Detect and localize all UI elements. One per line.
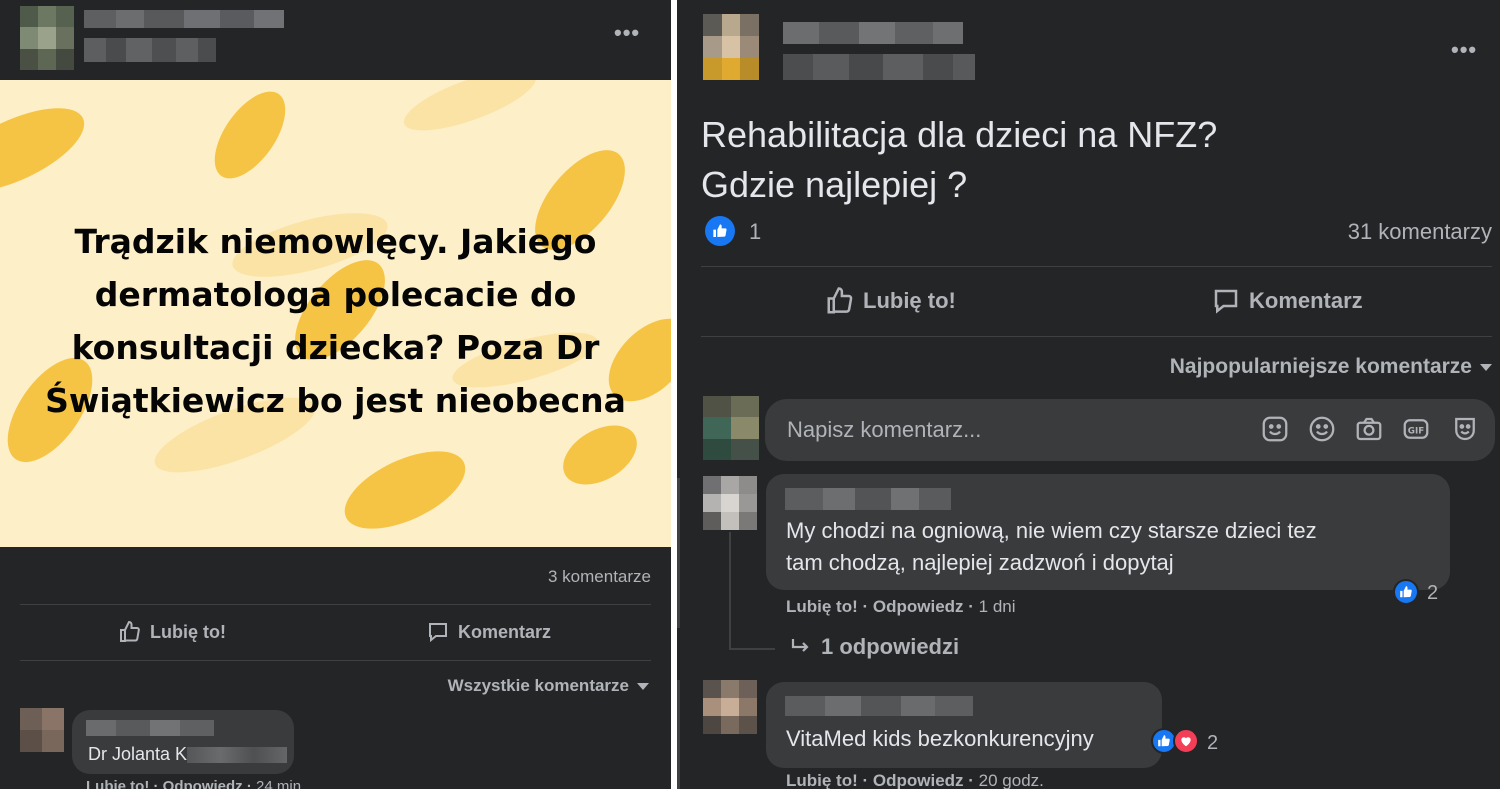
like-button[interactable]: Lubię to! [825,286,956,316]
thread-line [729,648,775,650]
commenter-name-redacted[interactable] [785,488,951,510]
text-background-post: Trądzik niemowlęcy. Jakiego dermatologa … [0,80,671,547]
comment-meta: Lubię to! · Odpowiedz · 1 dni [786,597,1016,616]
comments-count[interactable]: 31 komentarzy [1348,219,1492,245]
more-icon[interactable]: ••• [1451,39,1477,61]
post-text-line: Rehabilitacja dla dzieci na NFZ? [701,114,1218,155]
divider [20,604,651,605]
replies-label: 1 odpowiedzi [821,634,960,659]
comments-count[interactable]: 3 komentarze [548,567,651,587]
avatar-sticker-icon[interactable] [1450,414,1480,444]
current-user-avatar[interactable] [703,396,759,460]
comment-time[interactable]: 24 min [256,778,301,789]
comment-text-line: tam chodzą, najlepiej zadzwoń i dopytaj [786,550,1174,575]
more-icon[interactable]: ••• [614,22,640,44]
comment-input[interactable] [765,399,1495,461]
thumbs-up-icon[interactable] [1393,579,1419,605]
post-text: Rehabilitacja dla dzieci na NFZ? Gdzie n… [701,110,1217,210]
comment-text: My chodzi na ogniową, nie wiem czy stars… [786,515,1317,579]
comment-icon [429,623,447,643]
comment-meta: Lubię to! · Odpowiedz · 24 min [86,778,301,789]
comment-like-link[interactable]: Lubię to! [86,778,149,789]
post-text: Trądzik niemowlęcy. Jakiego dermatologa … [45,222,626,420]
thumbs-up-icon[interactable] [705,216,735,246]
divider [701,336,1492,337]
chevron-down-icon [1480,363,1492,371]
decor-blob [397,80,543,143]
comment-button[interactable]: Komentarz [426,620,551,644]
comment-reaction-count[interactable]: 2 [1207,732,1218,755]
comment-reply-link[interactable]: Odpowiedz [873,771,964,789]
comment-reply-link[interactable]: Odpowiedz [163,778,243,789]
svg-text:GIF: GIF [1408,426,1424,436]
comment-text-line: My chodzi na ogniową, nie wiem czy stars… [786,518,1317,543]
like-label: Lubię to! [150,621,226,642]
thread-line [729,532,731,650]
comment-label: Komentarz [458,621,552,642]
author-avatar[interactable] [703,14,759,80]
camera-icon[interactable] [1354,414,1384,444]
comment-time[interactable]: 20 godz. [979,771,1044,789]
commenter-avatar[interactable] [703,476,757,530]
commenter-avatar[interactable] [703,680,757,734]
comment-bubble [766,682,1162,768]
comment-sort-dropdown[interactable]: Najpopularniejsze komentarze [1170,355,1492,379]
comment-button[interactable]: Komentarz [1211,286,1363,316]
heart-icon[interactable] [1173,728,1199,754]
comment-time[interactable]: 1 dni [979,597,1016,616]
sort-label: Najpopularniejsze komentarze [1169,355,1472,378]
thumbs-up-icon [120,620,140,642]
reply-arrow-icon [791,639,809,652]
comment-reply-link[interactable]: Odpowiedz [873,597,964,616]
post-text-line: Gdzie najlepiej ? [701,164,968,205]
comment-sort-dropdown[interactable]: Wszystkie komentarze [448,676,649,696]
commenter-avatar[interactable] [20,708,64,752]
view-replies-link[interactable]: 1 odpowiedzi [789,634,959,660]
comment-icon [1214,289,1238,314]
thread-edge [677,680,680,789]
comment-label: Komentarz [1249,288,1363,313]
author-name-redacted[interactable] [783,22,963,44]
comment-text: VitaMed kids bezkonkurencyjny [786,726,1094,751]
author-avatar[interactable] [20,6,74,70]
like-button[interactable]: Lubię to! [118,620,226,644]
decor-blob [200,80,300,191]
author-name-redacted[interactable] [84,10,284,28]
comment-meta: Lubię to! · Odpowiedz · 20 godz. [786,771,1044,789]
left-post-card: ••• Trądzik niemowlęcy. Jakiego dermatol… [0,0,671,789]
gif-icon[interactable]: GIF [1401,414,1431,444]
decor-blob [333,435,477,545]
thumbs-up-icon [827,287,853,314]
divider [701,266,1492,267]
post-time-redacted[interactable] [783,54,975,80]
like-label: Lubię to! [863,288,956,313]
comment-like-link[interactable]: Lubię to! [786,597,858,616]
thread-edge [677,478,680,628]
divider [20,660,651,661]
commenter-name-redacted[interactable] [86,720,214,736]
commenter-name-redacted[interactable] [785,696,973,716]
post-time-redacted[interactable] [84,38,216,62]
right-post-card: ••• Rehabilitacja dla dzieci na NFZ? Gdz… [677,0,1500,789]
decor-blob [0,91,96,209]
sort-label: Wszystkie komentarze [447,676,629,695]
comment-reaction-count[interactable]: 2 [1427,582,1438,605]
reaction-count[interactable]: 1 [749,219,761,245]
emoji-icon[interactable] [1307,414,1337,444]
comment-like-link[interactable]: Lubię to! [786,771,858,789]
comment-text: Dr Jolanta K [88,744,288,765]
chevron-down-icon [637,682,649,690]
sticker-icon[interactable] [1260,414,1290,444]
